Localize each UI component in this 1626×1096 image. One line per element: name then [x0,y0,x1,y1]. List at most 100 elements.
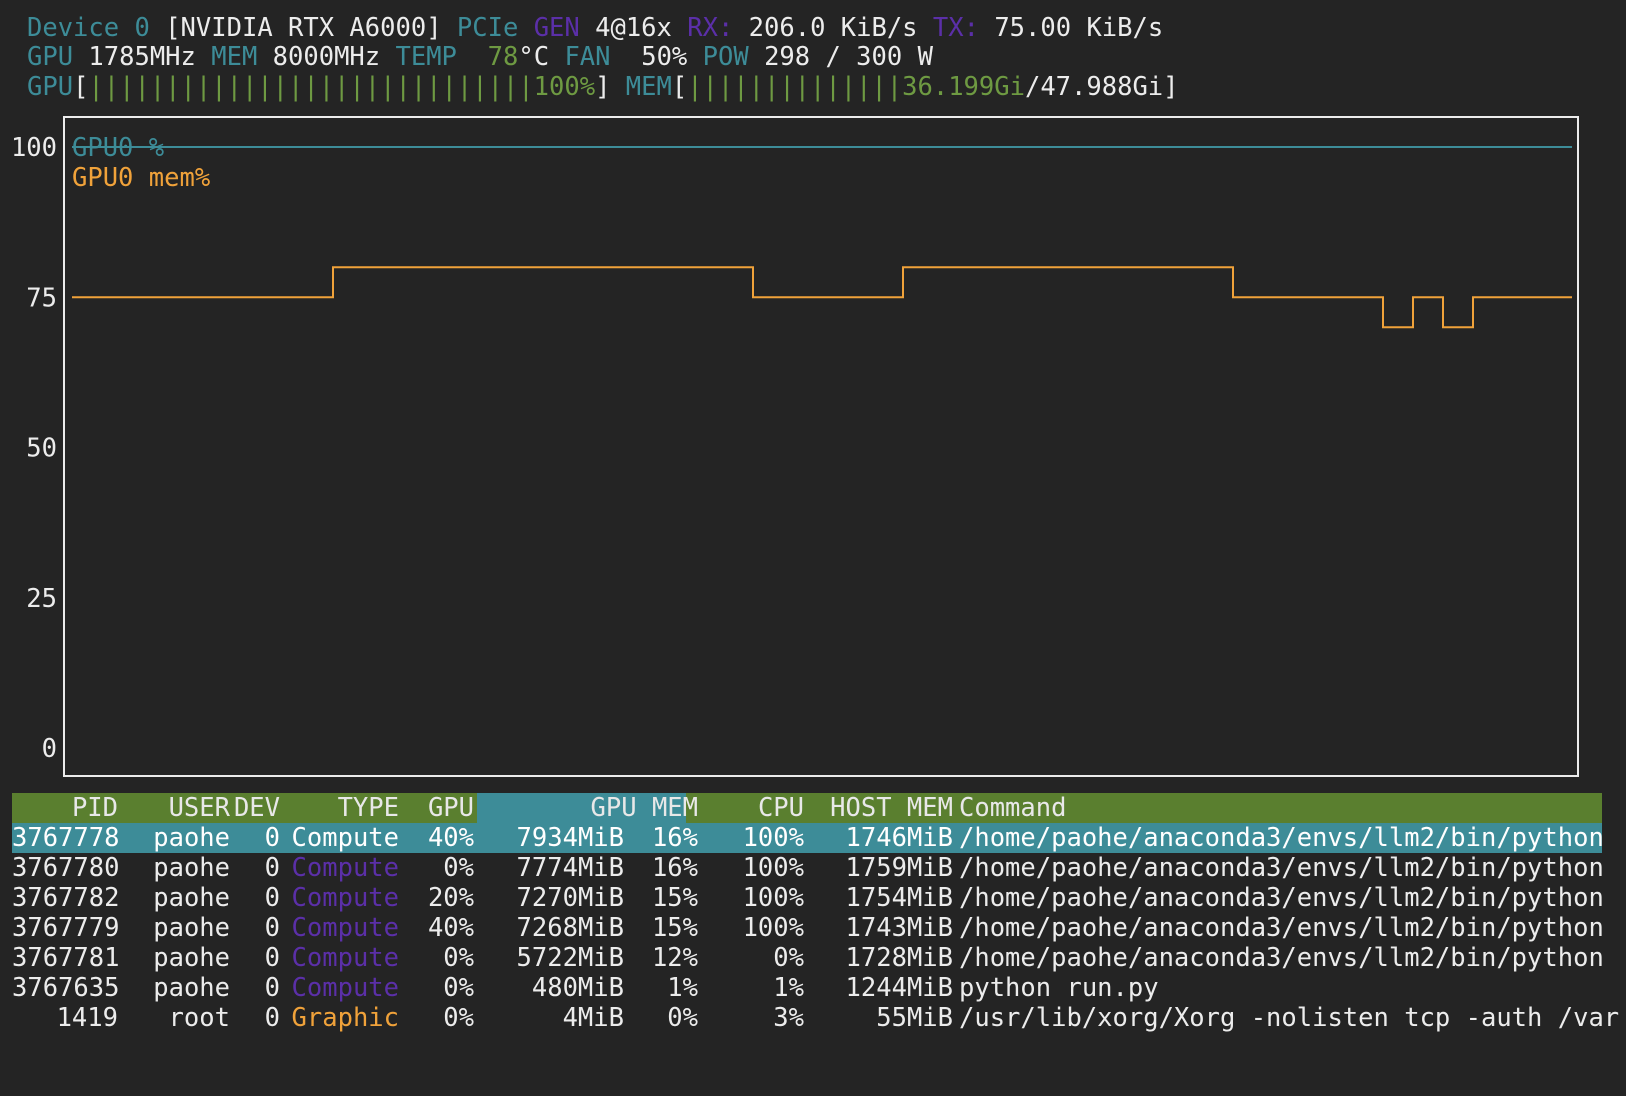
chart-legend: GPU0 %GPU0 mem% [72,133,210,193]
type-cell: Compute [291,823,399,853]
table-row[interactable]: 3767779 paohe 0 Compute 40% 7268MiB 15% 100% 174… [12,913,1604,943]
gpu-cell: 20% [427,883,474,913]
pid-cell: 3767780 [12,853,120,883]
cpu-cell: 100% [742,913,804,943]
gpu-cell: 0% [443,973,474,1003]
dev-cell: 0 [264,883,280,913]
cpu-cell: 100% [742,883,804,913]
user-cell: paohe [153,823,230,853]
user-cell: paohe [153,853,230,883]
host-mem-cell: 1754MiB [845,883,953,913]
command-cell: /home/paohe/anaconda3/envs/llm2/bin/pyth… [959,943,1604,973]
user-cell: paohe [153,973,230,1003]
command-cell: /home/paohe/anaconda3/envs/llm2/bin/pyth… [959,883,1604,913]
host-mem-cell: 55MiB [876,1003,953,1033]
gpu-mem-cell: 7774MiB [516,853,624,883]
series-line-gpu-mem [72,266,1572,329]
cpu-cell: 0% [773,943,804,973]
table-row[interactable]: 1419 root 0 Graphic 0% 4MiB 0% 3% 55MiB/usr/lib/… [12,1003,1620,1033]
gpu-mem-percent-cell: 1% [667,973,698,1003]
gpu-mem-percent-cell: 15% [651,883,698,913]
y-axis-ticks: 100 75 50 25 0 [11,133,57,764]
chart-frame [63,116,1579,777]
y-tick-label: 100 [11,133,57,163]
host-mem-cell: 1728MiB [845,943,953,973]
legend-entry-gpu-mem: GPU0 mem% [72,163,210,193]
command-cell: /home/paohe/anaconda3/envs/llm2/bin/pyth… [959,823,1604,853]
header-gpu[interactable]: GPU [406,793,474,823]
type-cell: Graphic [291,1003,399,1033]
y-tick-label: 75 [26,283,57,313]
pid-cell: 3767635 [12,973,120,1003]
gpu-cell: 0% [443,853,474,883]
table-header-row: PID USER DEV TYPE GPU GPU MEM CPU HOST M… [12,793,1602,823]
header-cpu[interactable]: CPU [712,793,804,823]
type-cell: Compute [291,913,399,943]
gpu-mem-percent-cell: 16% [651,823,698,853]
header-command[interactable]: Command [959,793,1609,823]
header-gpu-mem[interactable]: GPU MEM [486,793,698,823]
type-cell: Compute [291,943,399,973]
cpu-cell: 100% [742,853,804,883]
header-pid[interactable]: PID [12,793,118,823]
y-tick-label: 25 [26,584,57,614]
user-cell: root [168,1003,230,1033]
y-tick-label: 50 [26,434,57,464]
dev-cell: 0 [264,973,280,1003]
header-host-mem[interactable]: HOST MEM [814,793,953,823]
header-dev[interactable]: DEV [218,793,280,823]
table-row[interactable]: 3767635 paohe 0 Compute 0% 480MiB 1% 1% 1244MiB p… [12,973,1602,1003]
host-mem-cell: 1759MiB [845,853,953,883]
user-cell: paohe [153,883,230,913]
cpu-cell: 100% [742,823,804,853]
gpu-mem-percent-cell: 12% [651,943,698,973]
pid-cell: 1419 [56,1003,118,1033]
host-mem-cell: 1244MiB [845,973,953,1003]
command-cell: python run.py [959,973,1159,1003]
type-cell: Compute [291,883,399,913]
dev-cell: 0 [264,913,280,943]
gpu-cell: 0% [443,1003,474,1033]
usage-history-chart: 100 75 50 25 0 GPU0 %GPU0 mem% [11,116,1579,777]
gpu-mem-cell: 5722MiB [516,943,624,973]
gpu-cell: 40% [427,913,474,943]
pid-cell: 3767781 [12,943,120,973]
process-table: PID USER DEV TYPE GPU GPU MEM CPU HOST M… [12,793,1620,1033]
type-cell: Compute [291,853,399,883]
pid-cell: 3767782 [12,883,120,913]
host-mem-cell: 1743MiB [845,913,953,943]
host-mem-cell: 1746MiB [845,823,953,853]
gpu-mem-percent-cell: 0% [667,1003,698,1033]
table-row[interactable]: 3767778 paohe 0 Compute 40% 7934MiB 16% 100% 174… [12,823,1604,853]
gpu-mem-percent-cell: 15% [651,913,698,943]
pid-cell: 3767779 [12,913,120,943]
process-rows: 3767778 paohe 0 Compute 40% 7934MiB 16% 100% 174… [12,823,1620,1033]
dev-cell: 0 [264,823,280,853]
gpu-cell: 40% [427,823,474,853]
gpu-mem-cell: 4MiB [562,1003,624,1033]
user-cell: paohe [153,943,230,973]
gpu-mem-cell: 7270MiB [516,883,624,913]
gpu-mem-cell: 7268MiB [516,913,624,943]
cpu-cell: 1% [773,973,804,1003]
type-cell: Compute [291,973,399,1003]
header-user[interactable]: USER [140,793,230,823]
pid-cell: 3767778 [12,823,120,853]
command-cell: /home/paohe/anaconda3/envs/llm2/bin/pyth… [959,853,1604,883]
gpu-mem-cell: 480MiB [531,973,624,1003]
user-cell: paohe [153,913,230,943]
gpu-cell: 0% [443,943,474,973]
gpu-mem-percent-cell: 16% [651,853,698,883]
legend-entry-gpu-util: GPU0 % [72,133,164,163]
table-row[interactable]: 3767782 paohe 0 Compute 20% 7270MiB 15% 100% 175… [12,883,1604,913]
y-tick-label: 0 [42,734,57,764]
dev-cell: 0 [264,1003,280,1033]
gpu-mem-cell: 7934MiB [516,823,624,853]
table-row[interactable]: 3767781 paohe 0 Compute 0% 5722MiB 12% 0% 1728Mi… [12,943,1604,973]
dev-cell: 0 [264,853,280,883]
header-type[interactable]: TYPE [282,793,399,823]
cpu-cell: 3% [773,1003,804,1033]
dev-cell: 0 [264,943,280,973]
table-row[interactable]: 3767780 paohe 0 Compute 0% 7774MiB 16% 100% 1759… [12,853,1604,883]
chart-series [72,146,1572,329]
